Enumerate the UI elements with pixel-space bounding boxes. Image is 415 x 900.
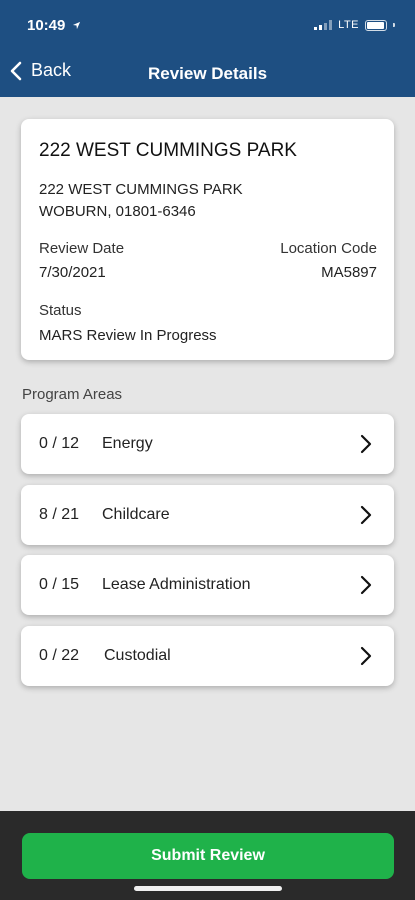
location-code-label: Location Code bbox=[280, 240, 377, 257]
screen: 10:49 LTE Back Review Details 222 WEST C… bbox=[0, 0, 415, 900]
program-row-childcare[interactable]: 8 / 21 Childcare bbox=[21, 485, 394, 545]
program-name: Childcare bbox=[102, 506, 170, 523]
chevron-right-icon bbox=[360, 646, 372, 666]
battery-tip bbox=[393, 23, 395, 27]
program-count: 8 / 21 bbox=[39, 506, 80, 523]
site-name: 222 WEST CUMMINGS PARK bbox=[39, 140, 297, 161]
page-title: Review Details bbox=[147, 64, 268, 83]
signal-icon bbox=[314, 20, 333, 30]
battery-icon bbox=[365, 19, 387, 31]
submit-review-button[interactable]: Submit Review bbox=[22, 833, 394, 879]
program-row-custodial[interactable]: 0 / 22 Custodial bbox=[21, 626, 394, 686]
header: 10:49 LTE Back Review Details bbox=[0, 0, 415, 97]
location-code-value: MA5897 bbox=[321, 264, 377, 281]
program-count: 0 / 12 bbox=[39, 435, 80, 452]
status-time: 10:49 bbox=[27, 17, 81, 34]
status-time-text: 10:49 bbox=[27, 17, 66, 34]
home-indicator[interactable] bbox=[134, 886, 282, 891]
status-indicators: LTE bbox=[314, 19, 395, 31]
chevron-right-icon bbox=[360, 434, 372, 454]
network-label: LTE bbox=[338, 19, 359, 31]
status-bar: 10:49 LTE bbox=[0, 0, 415, 50]
status-label: Status bbox=[39, 302, 82, 319]
program-name: Custodial bbox=[104, 647, 171, 664]
program-name: Lease Administration bbox=[102, 576, 251, 593]
chevron-right-icon bbox=[360, 575, 372, 595]
program-row-energy[interactable]: 0 / 12 Energy bbox=[21, 414, 394, 474]
address-line2: WOBURN, 01801-6346 bbox=[39, 203, 196, 220]
address-line1: 222 WEST CUMMINGS PARK bbox=[39, 181, 243, 198]
program-count: 0 / 15 bbox=[39, 576, 80, 593]
program-count: 0 / 22 bbox=[39, 647, 80, 664]
chevron-right-icon bbox=[360, 505, 372, 525]
program-row-lease-administration[interactable]: 0 / 15 Lease Administration bbox=[21, 555, 394, 615]
details-card: 222 WEST CUMMINGS PARK 222 WEST CUMMINGS… bbox=[21, 119, 394, 360]
program-name: Energy bbox=[102, 435, 153, 452]
nav-bar: Back Review Details bbox=[0, 50, 415, 97]
footer-bar: Submit Review bbox=[0, 811, 415, 900]
review-date-value: 7/30/2021 bbox=[39, 264, 106, 281]
review-date-label: Review Date bbox=[39, 240, 125, 257]
status-value: MARS Review In Progress bbox=[39, 327, 217, 344]
program-areas-heading: Program Areas bbox=[22, 386, 123, 403]
location-arrow-icon bbox=[72, 21, 80, 30]
